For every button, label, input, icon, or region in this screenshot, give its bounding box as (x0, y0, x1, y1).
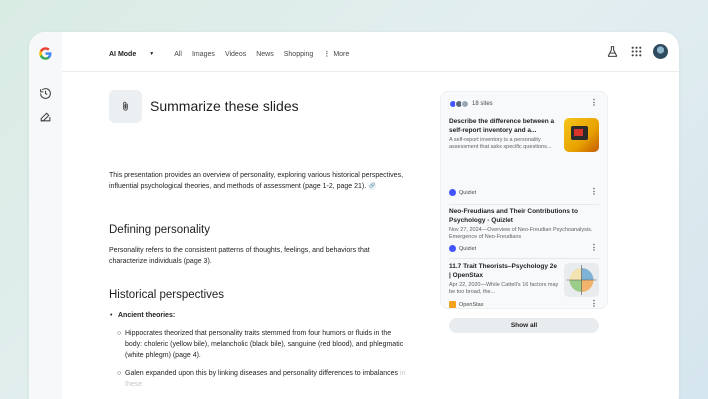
history-icon[interactable] (39, 87, 52, 100)
show-all-button[interactable]: Show all (449, 318, 599, 333)
more-options-icon[interactable]: ⋮ (590, 187, 598, 196)
tab-more[interactable]: ⋮ More (323, 50, 359, 59)
citation-link-icon[interactable]: 🔗 (368, 182, 377, 191)
side-rail (29, 32, 62, 399)
trait-diagram-icon (566, 265, 597, 295)
tab-news[interactable]: News (256, 51, 274, 58)
source-text: 11.7 Trait Theorists–Psychology 2e | Ope… (449, 263, 559, 296)
section-heading-historical: Historical perspectives (109, 289, 225, 301)
attachment-thumbnail[interactable] (109, 90, 142, 123)
more-options-icon[interactable]: ⋮ (590, 243, 598, 252)
circle-bullet-icon: ○ (117, 330, 122, 337)
sources-header[interactable]: 18 sites (449, 100, 493, 108)
tab-shopping[interactable]: Shopping (284, 51, 314, 58)
source-thumbnail (564, 263, 599, 297)
google-logo-icon[interactable] (38, 46, 53, 61)
more-vert-icon: ⋮ (323, 51, 331, 58)
quizlet-favicon-icon (449, 245, 456, 252)
source-snippet: A self-report inventory is a personality… (449, 137, 552, 150)
bullet-icon: • (110, 312, 113, 319)
browser-window: AI Mode ▼ All Images Videos News Shoppin… (29, 32, 679, 399)
source-site: Quizlet (449, 189, 476, 196)
source-thumbnail (564, 118, 599, 152)
bullet-title: Ancient theories: (118, 312, 176, 319)
sub-item-text-main: Galen expanded upon this by linking dise… (125, 370, 400, 377)
chevron-down-icon: ▼ (149, 51, 155, 57)
more-options-icon[interactable]: ⋮ (590, 98, 598, 107)
openstax-favicon-icon (449, 301, 456, 308)
quizlet-favicon-icon (449, 189, 456, 196)
source-site: OpenStax (449, 301, 483, 308)
sub-item-text: Hippocrates theorized that personality t… (125, 330, 404, 359)
defining-paragraph: Personality refers to the consistent pat… (109, 247, 370, 265)
search-nav: AI Mode ▼ All Images Videos News Shoppin… (109, 50, 369, 59)
new-chat-icon[interactable] (39, 110, 52, 123)
source-item[interactable]: Neo-Freudians and Their Contributions to… (449, 208, 604, 241)
intro-text: This presentation provides an overview o… (109, 172, 404, 190)
source-snippet: Nov 27, 2024—Overview of Neo-Freudian Ps… (449, 227, 593, 240)
source-text: Neo-Freudians and Their Contributions to… (449, 208, 599, 241)
tab-videos[interactable]: Videos (225, 51, 246, 58)
divider (449, 204, 599, 205)
apps-grid-icon[interactable] (630, 45, 643, 58)
tab-images[interactable]: Images (192, 51, 215, 58)
source-text: Describe the difference between a self-r… (449, 118, 559, 151)
section-heading-defining: Defining personality (109, 224, 211, 236)
source-site-name: OpenStax (459, 301, 484, 308)
source-title: Neo-Freudians and Their Contributions to… (449, 208, 578, 224)
top-bar: AI Mode ▼ All Images Videos News Shoppin… (62, 32, 679, 72)
intro-paragraph: This presentation provides an overview o… (109, 170, 409, 192)
tab-ai-mode-label: AI Mode (109, 50, 137, 58)
more-options-icon[interactable]: ⋮ (590, 299, 598, 308)
avatar[interactable] (653, 44, 668, 59)
tab-ai-mode[interactable]: AI Mode ▼ (109, 51, 164, 58)
top-icons (595, 44, 668, 59)
source-snippet: Apr 22, 2020—While Cattell's 16 factors … (449, 282, 559, 295)
site-favicon-icon (461, 100, 469, 108)
labs-flask-icon[interactable] (606, 45, 619, 58)
sources-count: 18 sites (472, 101, 493, 107)
source-title: Describe the difference between a self-r… (449, 118, 555, 134)
divider (449, 258, 599, 259)
attachment-icon (123, 101, 128, 111)
sources-card: 18 sites ⋮ Describe the difference betwe… (440, 91, 608, 333)
source-title: 11.7 Trait Theorists–Psychology 2e | Ope… (449, 263, 558, 279)
tab-more-label: More (333, 50, 350, 58)
source-site-name: Quizlet (459, 245, 477, 252)
tab-all[interactable]: All (174, 51, 182, 58)
query-title: Summarize these slides (150, 98, 299, 114)
source-site-name: Quizlet (459, 189, 477, 196)
sub-item-text: Galen expanded upon this by linking dise… (125, 368, 407, 390)
source-site: Quizlet (449, 245, 476, 252)
site-favicons (449, 100, 469, 108)
circle-bullet-icon: ○ (117, 370, 122, 377)
